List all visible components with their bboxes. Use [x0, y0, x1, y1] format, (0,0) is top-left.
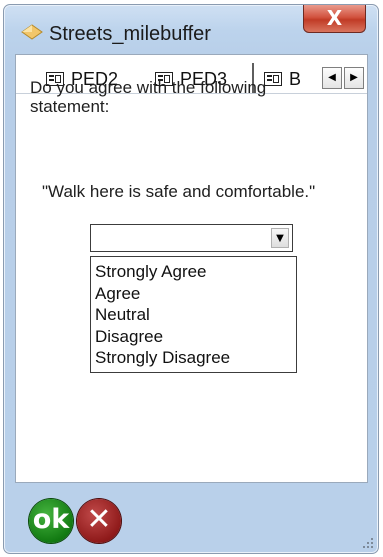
dialog-window: Streets_milebuffer X PED2 PED3 B ◀ ▶ Do …	[3, 4, 379, 554]
question-text: Do you agree with the following statemen…	[30, 78, 267, 116]
option-agree[interactable]: Agree	[95, 283, 296, 305]
close-icon: X	[326, 6, 343, 30]
cancel-icon: ✕	[86, 502, 112, 537]
chevron-down-icon: ▼	[276, 233, 284, 244]
option-neutral[interactable]: Neutral	[95, 304, 296, 326]
ok-button[interactable]: ok	[29, 499, 73, 543]
title-bar[interactable]: Streets_milebuffer X	[4, 5, 378, 55]
dropdown-button[interactable]: ▼	[271, 228, 289, 248]
dropdown-list: Strongly Agree Agree Neutral Disagree St…	[90, 256, 297, 373]
option-strongly-agree[interactable]: Strongly Agree	[95, 261, 296, 283]
cancel-button[interactable]: ✕	[77, 499, 121, 543]
ok-label: ok	[32, 504, 70, 535]
close-button[interactable]: X	[303, 5, 366, 33]
option-strongly-disagree[interactable]: Strongly Disagree	[95, 347, 296, 369]
tab-scroll-right-button[interactable]: ▶	[344, 67, 364, 89]
option-disagree[interactable]: Disagree	[95, 326, 296, 348]
statement-text: "Walk here is safe and comfortable."	[42, 182, 316, 201]
resize-grip-icon[interactable]	[362, 537, 374, 549]
agreement-dropdown[interactable]: ▼	[90, 224, 293, 252]
window-title: Streets_milebuffer	[49, 23, 211, 45]
right-arrow-icon: ▶	[350, 72, 358, 83]
diamond-app-icon	[21, 24, 43, 40]
